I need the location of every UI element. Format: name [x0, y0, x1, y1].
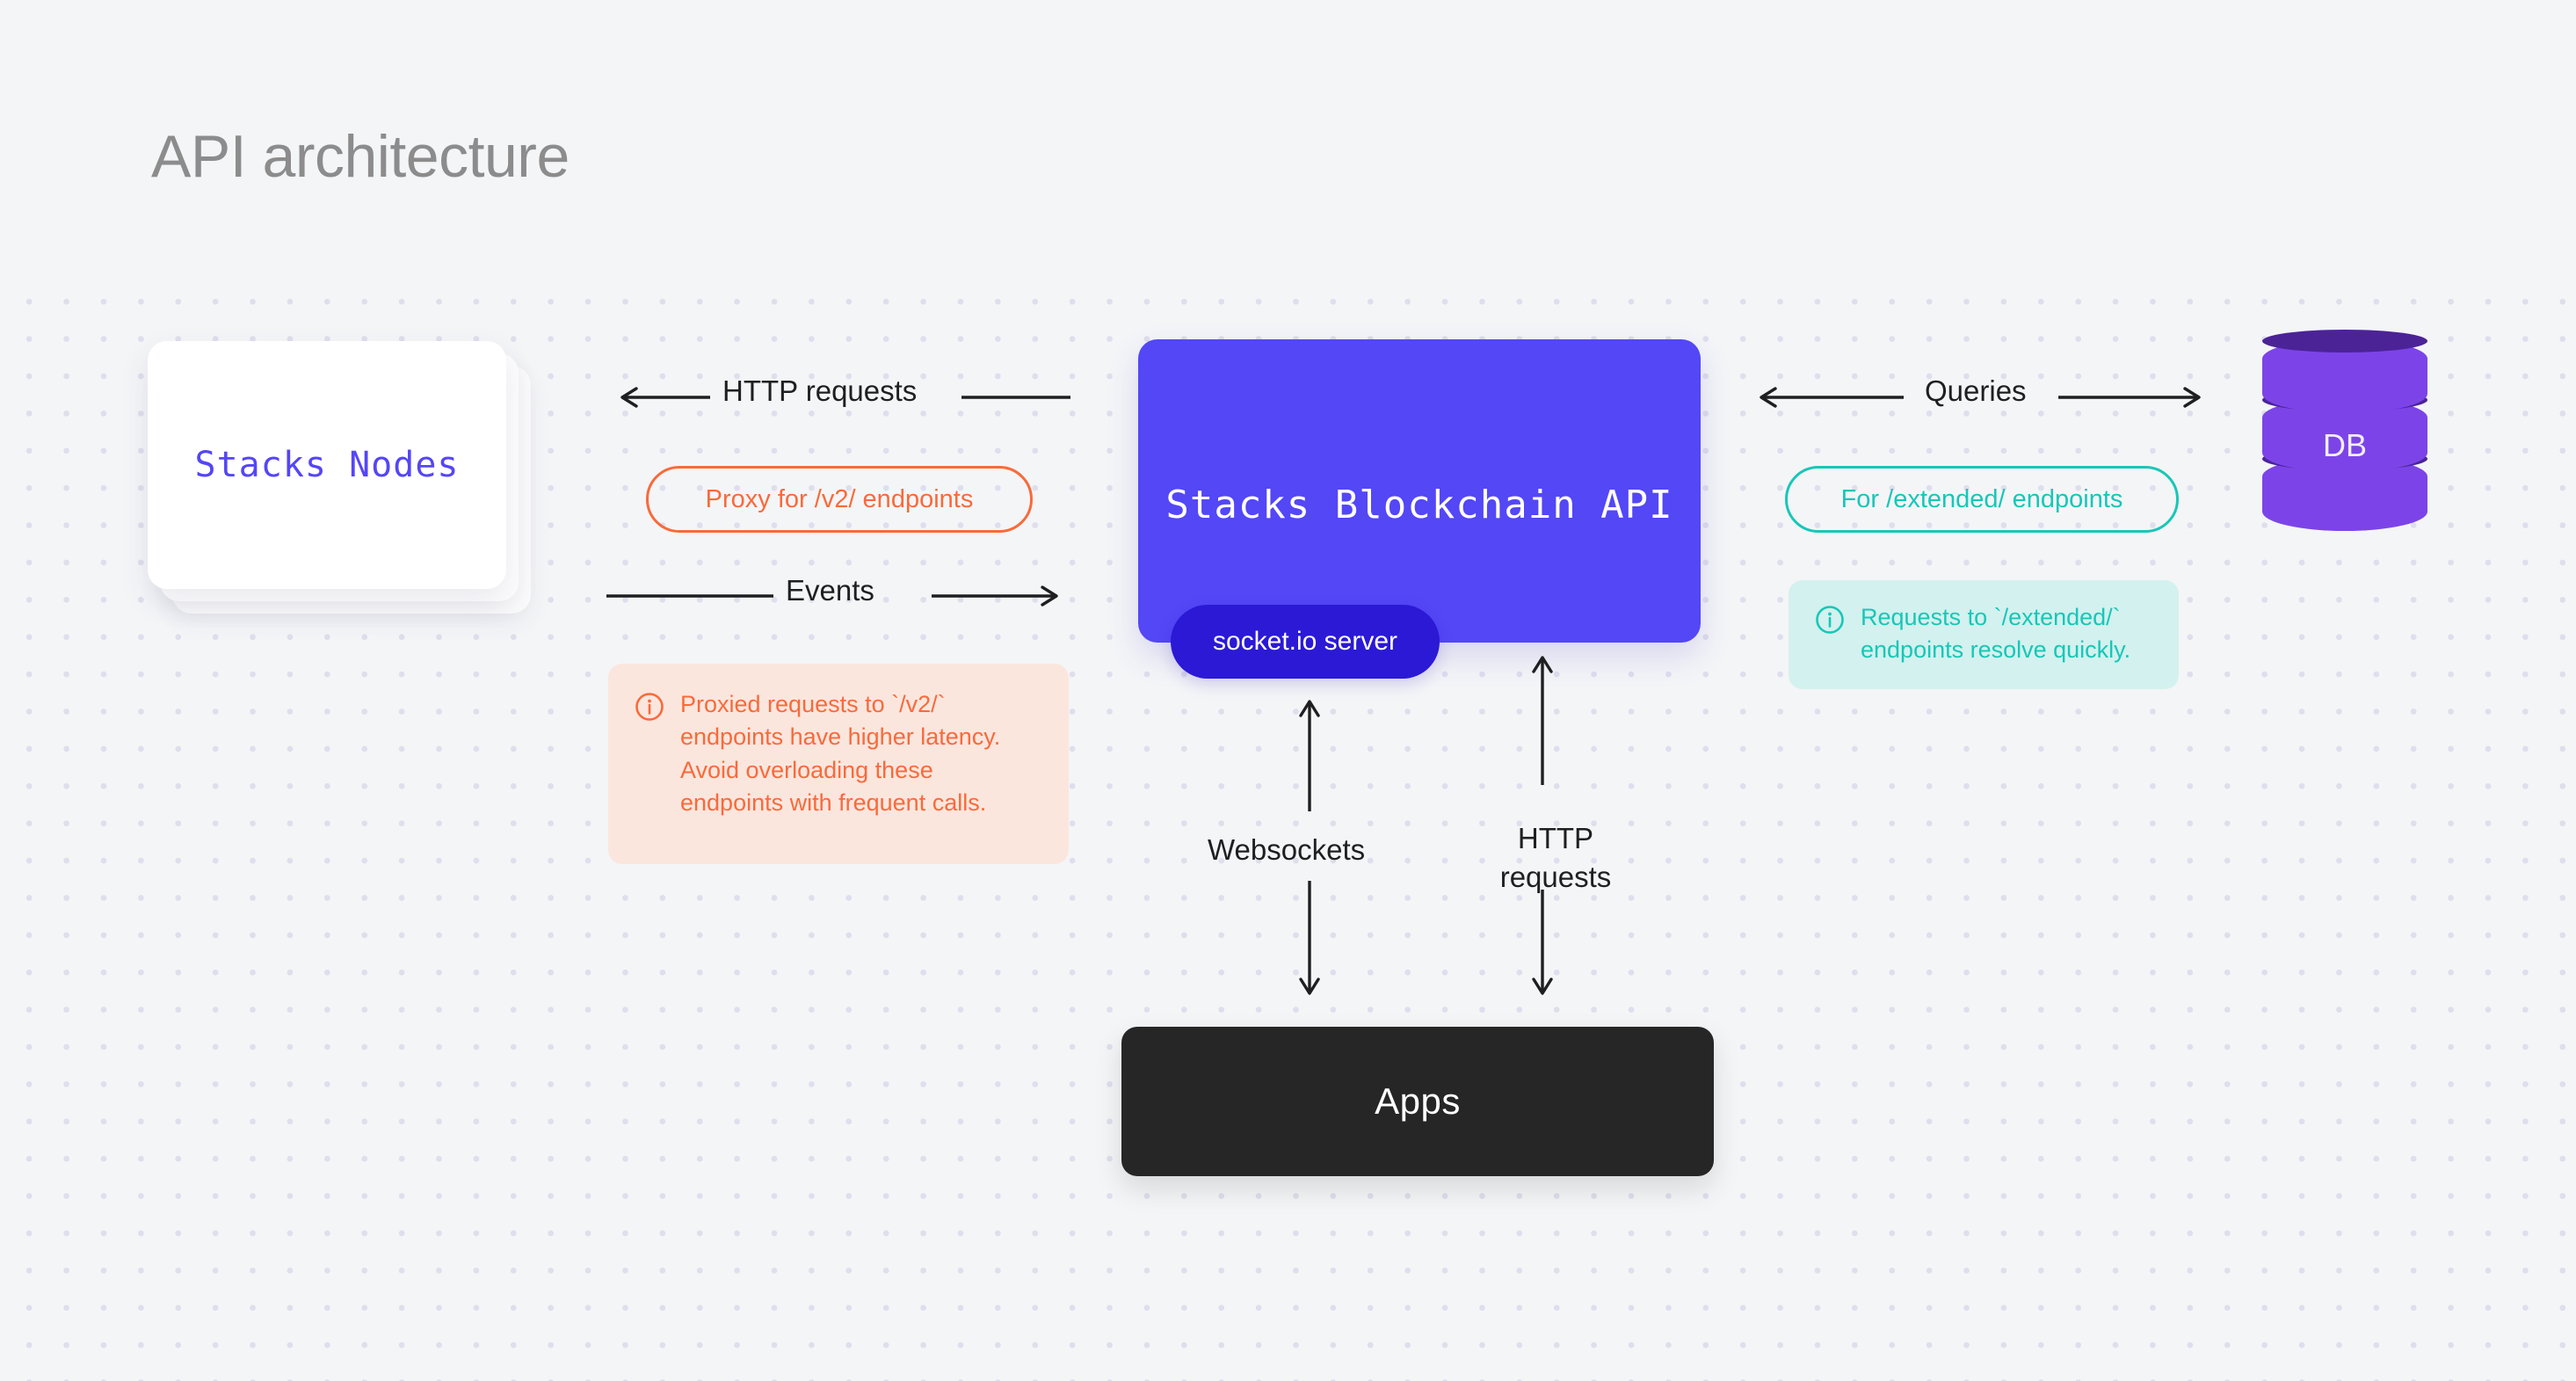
extended-endpoints-badge-label: For /extended/ endpoints — [1840, 484, 2123, 513]
info-circle-icon — [635, 692, 664, 722]
info-circle-icon — [1815, 605, 1845, 635]
apps-box[interactable]: Apps — [1121, 1027, 1714, 1176]
queries-label: Queries — [1925, 374, 2027, 407]
database-label: DB — [2322, 427, 2367, 463]
http-requests-left-label: HTTP requests — [722, 374, 918, 407]
stacks-blockchain-api-box[interactable]: Stacks Blockchain API — [1138, 339, 1701, 643]
apps-label: Apps — [1375, 1080, 1461, 1122]
events-label: Events — [786, 574, 874, 607]
socketio-server-badge[interactable]: socket.io server — [1171, 605, 1440, 679]
socketio-server-label: socket.io server — [1212, 627, 1398, 656]
info-callout: Requests to `/extended/` endpoints resol… — [1789, 580, 2179, 689]
proxy-endpoints-badge-label: Proxy for /v2/ endpoints — [705, 484, 974, 513]
websockets-label: Websockets — [1208, 833, 1366, 866]
extended-endpoints-badge[interactable]: For /extended/ endpoints — [1785, 466, 2179, 533]
stacks-nodes-label: Stacks Nodes — [194, 445, 460, 485]
stacks-blockchain-api-label: Stacks Blockchain API — [1165, 483, 1673, 527]
database-node[interactable]: DB — [2262, 330, 2427, 531]
info-callout-text: Requests to `/extended/` endpoints resol… — [1861, 604, 2131, 664]
warning-callout: Proxied requests to `/v2/` endpoints hav… — [608, 664, 1069, 864]
warning-callout-text: Proxied requests to `/v2/` endpoints hav… — [680, 691, 1001, 816]
http-requests-vertical-label: HTTP requests — [1499, 822, 1612, 893]
proxy-endpoints-badge[interactable]: Proxy for /v2/ endpoints — [646, 466, 1033, 533]
page-title: API architecture — [151, 123, 570, 190]
database-cylinder-segment-top — [2262, 330, 2427, 413]
stacks-node-card-front[interactable]: Stacks Nodes — [148, 341, 506, 589]
diagram-canvas: API architecture Stacks Nodes HTTP reque… — [0, 0, 2576, 1381]
